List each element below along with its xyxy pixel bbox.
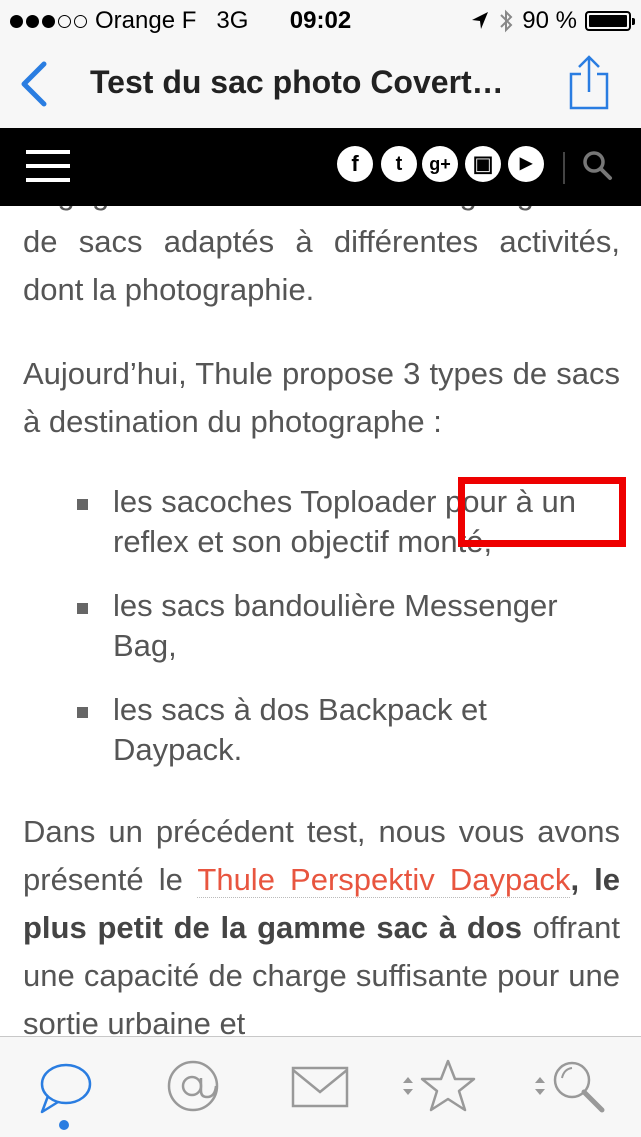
header-divider [563, 152, 565, 184]
reorder-arrows-icon [535, 1077, 545, 1095]
envelope-icon[interactable] [290, 1062, 350, 1118]
article-paragraph: Dans un précédent test, nous vous avons … [23, 808, 620, 1036]
article-paragraph: bagagerie en offrant une large gamme de s… [23, 206, 620, 314]
battery-percentage: 90 % [522, 7, 577, 34]
location-arrow-icon [472, 12, 489, 29]
hamburger-icon[interactable] [26, 150, 70, 182]
list-item: les sacs à dos Backpack et Daypack. [23, 690, 620, 770]
status-right: 90 % [470, 7, 635, 35]
article-paragraph: Aujourd’hui, Thule propose 3 types de sa… [23, 356, 620, 439]
partial-line: bagagerie en offrant une large gamme [23, 206, 620, 218]
highlight-box [458, 477, 626, 547]
google-plus-icon[interactable]: g+ [422, 146, 458, 182]
site-header-bar [0, 128, 641, 206]
chevron-left-icon[interactable] [14, 60, 54, 108]
share-icon[interactable] [567, 54, 611, 112]
navigation-bar: Test du sac photo Covert… [0, 42, 641, 128]
twitter-icon[interactable]: t [381, 146, 417, 182]
youtube-icon[interactable]: ▶ [508, 146, 544, 182]
page-title: Test du sac photo Covert… [90, 64, 504, 100]
list-item: les sacs bandoulière Messenger Bag, [23, 586, 620, 666]
bluetooth-icon [500, 9, 513, 33]
article-content: bagagerie en offrant une large gamme de s… [0, 206, 641, 1036]
battery-icon [585, 11, 635, 31]
paragraph-text: de sacs adaptés à différentes activités,… [23, 224, 620, 307]
search-icon[interactable] [580, 148, 614, 182]
article-link[interactable]: Thule Perspektiv Daypack [197, 862, 571, 898]
active-tab-indicator [59, 1120, 69, 1130]
magnifier-icon[interactable] [548, 1058, 608, 1114]
speech-bubble-icon[interactable] [34, 1060, 94, 1116]
facebook-icon[interactable]: f [337, 146, 373, 182]
at-sign-icon[interactable] [163, 1058, 223, 1114]
star-icon[interactable] [418, 1058, 478, 1114]
instagram-icon[interactable]: ▣ [465, 146, 501, 182]
reorder-arrows-icon [403, 1077, 413, 1095]
status-bar: Orange F 3G 09:02 90 % [0, 0, 641, 42]
